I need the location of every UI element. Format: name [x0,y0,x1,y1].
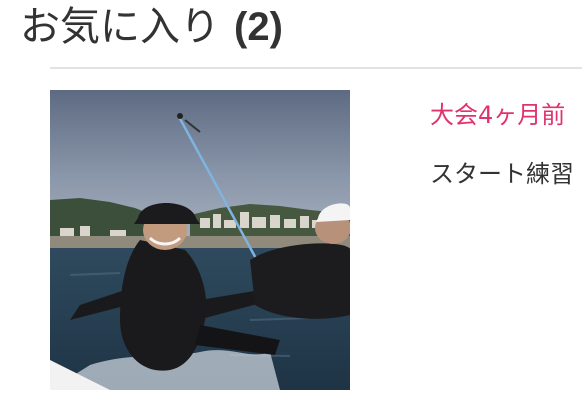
page-title: お気に入り (2) [20,0,283,52]
page-title-text: お気に入り [20,4,220,50]
title-divider [50,67,582,69]
favorites-page: お気に入り (2) 大会4ヶ月前 スタート練習 [0,0,582,410]
post-thumbnail[interactable] [50,90,350,390]
post-date-link[interactable]: 大会4ヶ月前 [430,95,565,130]
favorites-count: (2) [234,5,283,49]
sailing-photo [50,90,350,390]
post-excerpt: スタート練習 [430,160,574,188]
